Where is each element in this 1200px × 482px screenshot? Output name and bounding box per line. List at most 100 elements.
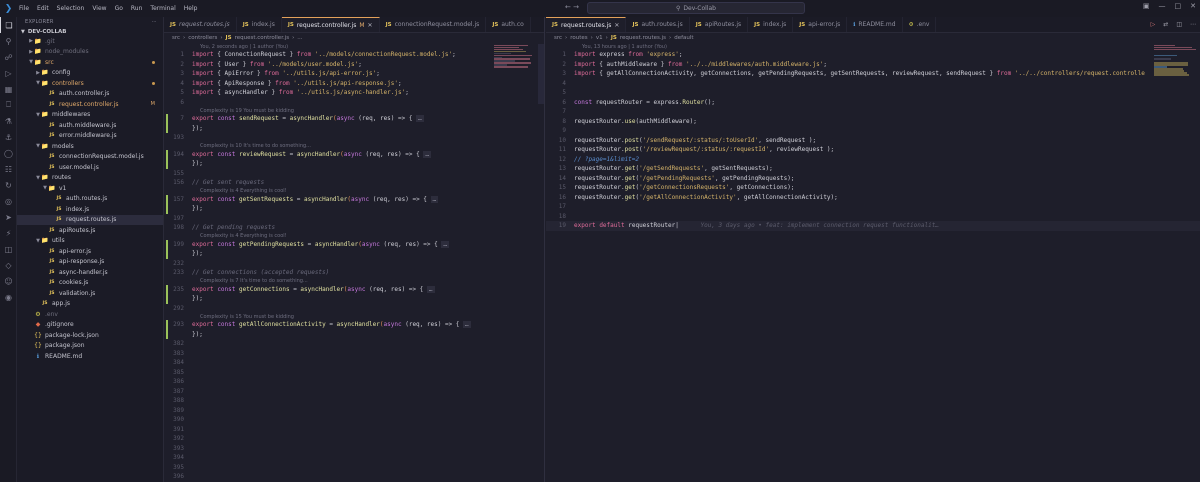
codelens-complexity[interactable]: Complexity is 4 Everything is cool! — [164, 188, 544, 195]
file-item[interactable]: {} package-lock.json — [17, 330, 163, 341]
minimap-left[interactable] — [494, 44, 536, 104]
folder-item[interactable]: ▼ 📁 utils — [17, 236, 163, 247]
packages-icon[interactable]: ◫ — [0, 241, 17, 257]
folder-item[interactable]: ▶ 📁 .git — [17, 36, 163, 47]
file-item[interactable]: JS validation.js — [17, 288, 163, 299]
breadcrumb-item[interactable]: ... — [297, 35, 302, 41]
menu-edit[interactable]: Edit — [37, 5, 49, 12]
editor-tab[interactable]: JS index.js — [748, 17, 794, 32]
file-item[interactable]: JS auth.middleware.js — [17, 120, 163, 131]
python-icon[interactable]: ◇ — [0, 257, 17, 273]
source-control-icon[interactable]: ☍ — [0, 49, 17, 65]
folder-item[interactable]: ▼ 📁 models — [17, 141, 163, 152]
docker-icon[interactable]: ⚓ — [0, 129, 17, 145]
close-window-icon[interactable]: ✕ — [1190, 2, 1196, 10]
folder-item[interactable]: ▶ 📁 node_modules — [17, 47, 163, 58]
git-graph-icon[interactable]: ◯ — [0, 145, 17, 161]
breadcrumb-item[interactable]: v1 — [596, 35, 603, 41]
file-item[interactable]: ⚙ .env — [17, 309, 163, 320]
split-editor-icon[interactable]: ◫ — [1176, 21, 1182, 28]
menu-run[interactable]: Run — [131, 5, 143, 12]
close-tab-icon[interactable]: ✕ — [614, 22, 619, 29]
file-item[interactable]: JS request.routes.js — [17, 214, 163, 225]
file-item[interactable]: JS request.controller.js M — [17, 99, 163, 110]
explorer-icon[interactable]: ❏ — [0, 17, 17, 33]
code-editor-right[interactable]: 1 import express from 'express'; 2 import {… — [546, 50, 1200, 231]
menu-view[interactable]: View — [92, 5, 106, 12]
close-tab-icon[interactable]: ✕ — [368, 22, 373, 29]
run-debug-icon[interactable]: ▷ — [0, 65, 17, 81]
folder-item[interactable]: ▶ 📁 config — [17, 68, 163, 79]
command-center-search[interactable]: ⚲ Dev-Collab — [587, 2, 805, 14]
file-item[interactable]: JS app.js — [17, 299, 163, 310]
file-item[interactable]: JS connectionRequest.model.js — [17, 152, 163, 163]
file-item[interactable]: JS cookies.js — [17, 278, 163, 289]
editor-tab[interactable]: JS request.controller.js M ✕ — [281, 17, 380, 32]
file-item[interactable]: JS user.model.js — [17, 162, 163, 173]
file-item[interactable]: JS apiRoutes.js — [17, 225, 163, 236]
editor-tab[interactable]: ℹ README.md — [847, 17, 903, 32]
nav-arrows[interactable]: ← → — [565, 3, 579, 11]
maximize-icon[interactable]: □ — [1175, 2, 1182, 10]
editor-tab[interactable]: ⚙ .env — [903, 17, 937, 32]
codelens-complexity[interactable]: Complexity is 7 It's time to do somethin… — [164, 278, 544, 285]
editor-tab[interactable]: JS request.routes.js — [164, 17, 237, 32]
file-item[interactable]: {} package.json — [17, 341, 163, 352]
editor-tab[interactable]: JS request.routes.js ✕ — [546, 17, 627, 32]
minimap-right[interactable] — [1154, 44, 1196, 104]
more-icon[interactable]: ⋯ — [1190, 21, 1196, 28]
breadcrumb-item[interactable]: src — [554, 35, 562, 41]
layout-icon[interactable]: ▣ — [1143, 2, 1150, 10]
editor-tab[interactable]: JS apiRoutes.js — [690, 17, 749, 32]
file-item[interactable]: JS index.js — [17, 204, 163, 215]
file-item[interactable]: JS auth.controller.js — [17, 89, 163, 100]
file-item[interactable]: JS error.middleware.js — [17, 131, 163, 142]
breadcrumb-item[interactable]: routes — [570, 35, 587, 41]
workspace-root[interactable]: ▼ DEV-COLLAB — [17, 27, 163, 36]
file-item[interactable]: JS api-error.js — [17, 246, 163, 257]
folder-item[interactable]: ▼ 📁 middlewares — [17, 110, 163, 121]
more-actions-icon[interactable]: ⋯ — [152, 19, 157, 25]
file-item[interactable]: ◆ .gitignore — [17, 320, 163, 331]
file-item[interactable]: JS api-response.js — [17, 257, 163, 268]
remote-explorer-icon[interactable]: ⎕ — [0, 97, 17, 113]
folder-item[interactable]: ▼ 📁 v1 — [17, 183, 163, 194]
breadcrumb-item[interactable]: controllers — [188, 35, 217, 41]
breadcrumb-item[interactable]: request.routes.js — [620, 35, 666, 41]
editor-tab[interactable]: JS connectionRequest.model.js — [380, 17, 487, 32]
testing-icon[interactable]: ⚗ — [0, 113, 17, 129]
file-item[interactable]: JS async-handler.js — [17, 267, 163, 278]
menu-selection[interactable]: Selection — [57, 5, 85, 12]
editor-tab[interactable]: JS auth.co — [486, 17, 531, 32]
file-item[interactable]: ℹ README.md — [17, 351, 163, 362]
minimize-icon[interactable]: — — [1159, 2, 1166, 10]
codelens-complexity[interactable]: Complexity is 19 You must be kidding — [164, 107, 544, 114]
menu-help[interactable]: Help — [184, 5, 198, 12]
database-icon[interactable]: ☷ — [0, 161, 17, 177]
codelens-complexity[interactable]: Complexity is 10 It's time to do somethi… — [164, 143, 544, 150]
compare-icon[interactable]: ⇄ — [1163, 21, 1168, 28]
search-view-icon[interactable]: ⚲ — [0, 33, 17, 49]
timeline-icon[interactable]: ↻ — [0, 177, 17, 193]
extensions-icon[interactable]: ▦ — [0, 81, 17, 97]
breadcrumb-item[interactable]: default — [674, 35, 693, 41]
codelens-complexity[interactable]: Complexity is 4 Everything is cool! — [164, 233, 544, 240]
scrollbar-left[interactable] — [538, 44, 544, 104]
run-icon[interactable]: ▷ — [1151, 21, 1156, 28]
breadcrumb-item[interactable]: request.controller.js — [235, 35, 290, 41]
gitlens-icon[interactable]: ◎ — [0, 193, 17, 209]
thunder-client-icon[interactable]: ⚡ — [0, 225, 17, 241]
menu-go[interactable]: Go — [115, 5, 123, 12]
folder-item[interactable]: ▼ 📁 controllers — [17, 78, 163, 89]
code-editor-left[interactable]: 1 import { ConnectionRequest } from '../m… — [164, 50, 544, 482]
copilot-icon[interactable]: ☺ — [0, 273, 17, 289]
github-icon[interactable]: ◉ — [0, 289, 17, 305]
menu-terminal[interactable]: Terminal — [150, 5, 175, 12]
menu-file[interactable]: File — [19, 5, 29, 12]
editor-tab[interactable]: JS index.js — [237, 17, 282, 32]
codelens-complexity[interactable]: Complexity is 15 You must be kidding — [164, 313, 544, 320]
file-item[interactable]: JS auth.routes.js — [17, 194, 163, 205]
folder-item[interactable]: ▼ 📁 routes — [17, 173, 163, 184]
folder-item[interactable]: ▼ 📁 src — [17, 57, 163, 68]
editor-tab[interactable]: JS auth.routes.js — [626, 17, 690, 32]
